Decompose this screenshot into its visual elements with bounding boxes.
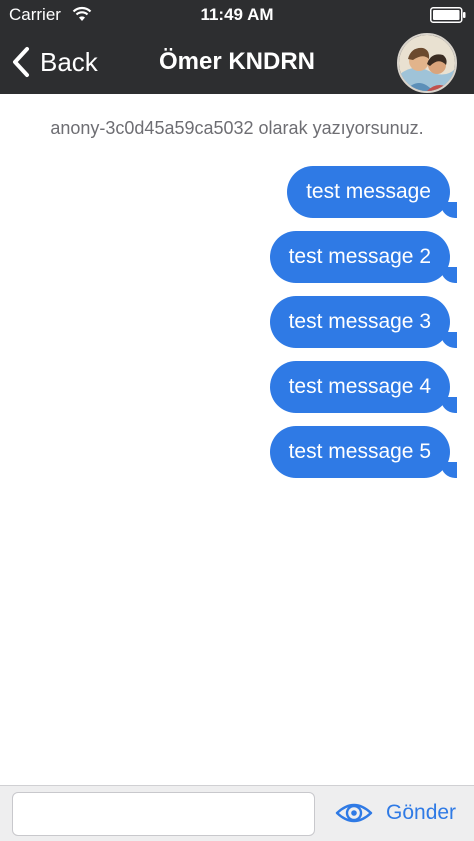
avatar-photo — [399, 35, 455, 91]
message-list: test message test message 2 test message… — [150, 166, 458, 491]
typing-as-notice: anony-3c0d45a59ca5032 olarak yazıyorsunu… — [50, 118, 424, 138]
conversation-title: Ömer KNDRN — [158, 48, 316, 75]
message-composer: Gönder — [0, 785, 474, 841]
message-bubble[interactable]: test message 5 — [269, 426, 458, 478]
navigation-bar: Back Ömer KNDRN — [0, 30, 474, 94]
status-bar: Carrier 11:49 AM — [0, 0, 474, 30]
message-bubble[interactable]: test message 4 — [269, 361, 458, 413]
message-input[interactable] — [12, 792, 315, 836]
battery-icon — [430, 7, 466, 23]
eye-icon[interactable] — [335, 798, 373, 828]
clock: 11:49 AM — [200, 5, 274, 24]
top-bar: Carrier 11:49 AM Back Ömer KNDRN — [0, 0, 474, 94]
back-label: Back — [40, 46, 98, 77]
back-button[interactable]: Back — [10, 45, 98, 79]
message-bubble[interactable]: test message 3 — [269, 296, 458, 348]
avatar[interactable] — [397, 33, 457, 93]
chevron-left-icon — [13, 47, 29, 77]
send-button[interactable]: Gönder — [386, 801, 456, 825]
message-bubble[interactable]: test message 2 — [269, 231, 458, 283]
message-bubble[interactable]: test message — [287, 166, 457, 218]
